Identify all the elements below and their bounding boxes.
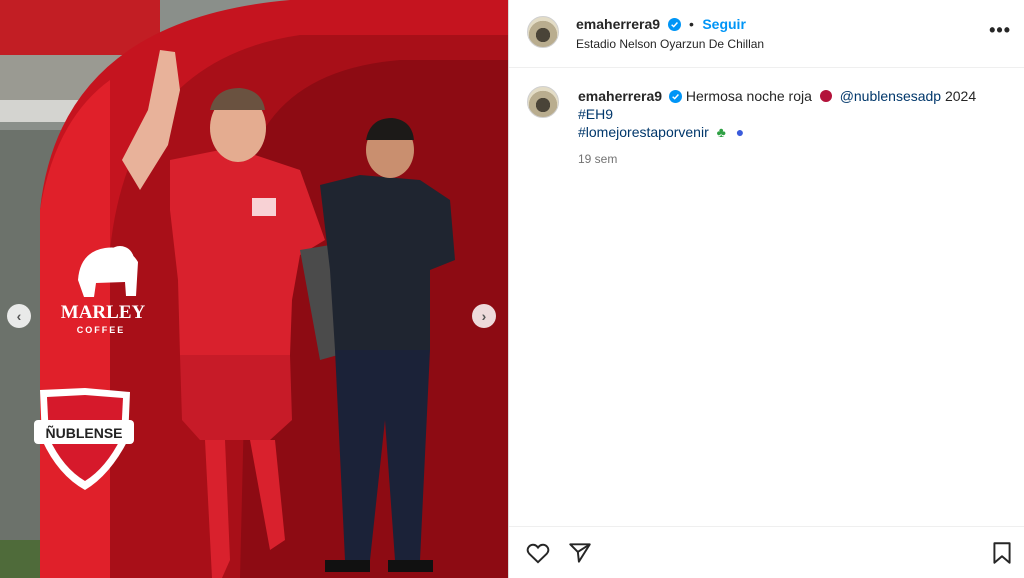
more-options-icon[interactable]: ••• xyxy=(989,20,1011,41)
caption-year: 2024 xyxy=(944,88,977,104)
chevron-left-icon: ‹ xyxy=(16,308,22,324)
previous-photo-button[interactable]: ‹ xyxy=(7,304,31,328)
red-heart-emoji-icon xyxy=(819,90,832,102)
post-timestamp: 19 sem xyxy=(578,152,618,166)
location-link[interactable]: Estadio Nelson Oyarzun De Chillan xyxy=(576,37,764,51)
photo: MARLEY COFFEE ÑUBLENSE xyxy=(0,0,508,578)
caption-avatar[interactable] xyxy=(527,86,559,118)
caption-text: Hermosa noche roja xyxy=(685,88,812,104)
caption-username[interactable]: emaherrera9 xyxy=(578,88,662,104)
action-bar xyxy=(509,526,1024,578)
hashtag-link[interactable]: #EH9 xyxy=(578,106,613,122)
hashtag-link[interactable]: #lomejorestaporvenir xyxy=(578,124,709,140)
brand-subtext: COFFEE xyxy=(77,325,126,335)
caption: emaherrera9 Hermosa noche roja @nublense… xyxy=(578,87,998,141)
heart-icon[interactable] xyxy=(525,540,551,566)
post-details-panel: emaherrera9 • Seguir Estadio Nelson Oyar… xyxy=(508,0,1024,578)
follow-button[interactable]: Seguir xyxy=(702,16,746,32)
avatar[interactable] xyxy=(527,16,559,48)
mention-link[interactable]: @nublensesadp xyxy=(840,88,941,104)
header-user-row: emaherrera9 • Seguir xyxy=(576,16,746,34)
next-photo-button[interactable]: › xyxy=(472,304,496,328)
verified-badge-icon xyxy=(668,90,682,103)
paper-plane-icon[interactable] xyxy=(567,540,593,566)
brand-text: MARLEY xyxy=(61,302,146,323)
clover-emoji-icon: ♣ xyxy=(716,124,726,140)
post-header: emaherrera9 • Seguir Estadio Nelson Oyar… xyxy=(509,0,1024,68)
soccer-ball-emoji-icon: ● xyxy=(735,124,745,140)
club-text: ÑUBLENSE xyxy=(45,424,122,441)
separator-dot: • xyxy=(688,16,694,32)
chevron-right-icon: › xyxy=(481,308,487,324)
bookmark-icon[interactable] xyxy=(989,540,1015,566)
verified-badge-icon xyxy=(667,18,681,31)
username-link[interactable]: emaherrera9 xyxy=(576,16,660,32)
post-image[interactable]: MARLEY COFFEE ÑUBLENSE ‹ › xyxy=(0,0,508,578)
